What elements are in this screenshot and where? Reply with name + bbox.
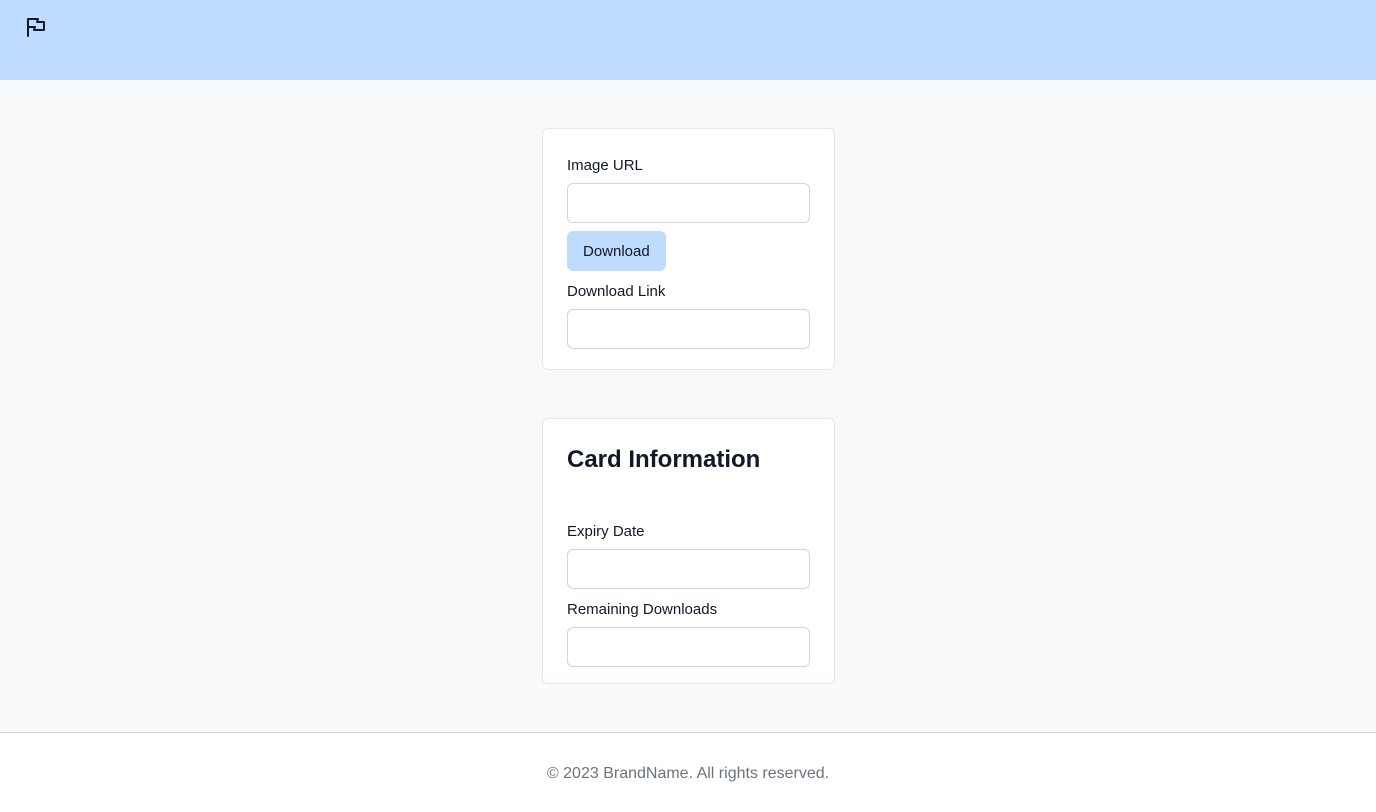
download-button[interactable]: Download xyxy=(567,231,666,271)
download-card: Image URL Download Download Link xyxy=(542,128,835,370)
expiry-date-label: Expiry Date xyxy=(567,523,645,540)
remaining-downloads-input[interactable] xyxy=(567,627,810,667)
header xyxy=(0,0,1376,80)
card-information-card: Card Information Expiry Date Remaining D… xyxy=(542,418,835,684)
expiry-date-input[interactable] xyxy=(567,549,810,589)
remaining-downloads-label: Remaining Downloads xyxy=(567,601,718,618)
footer-copyright: © 2023 BrandName. All rights reserved. xyxy=(546,765,830,782)
download-link-label: Download Link xyxy=(567,283,666,300)
image-url-input[interactable] xyxy=(567,183,810,223)
flag-icon[interactable] xyxy=(24,15,48,39)
footer: © 2023 BrandName. All rights reserved. xyxy=(0,732,1376,812)
download-link-input[interactable] xyxy=(567,309,810,349)
main-content: Image URL Download Download Link Card In… xyxy=(0,80,1376,732)
image-url-label: Image URL xyxy=(567,157,643,174)
card-title: Card Information xyxy=(567,446,761,473)
